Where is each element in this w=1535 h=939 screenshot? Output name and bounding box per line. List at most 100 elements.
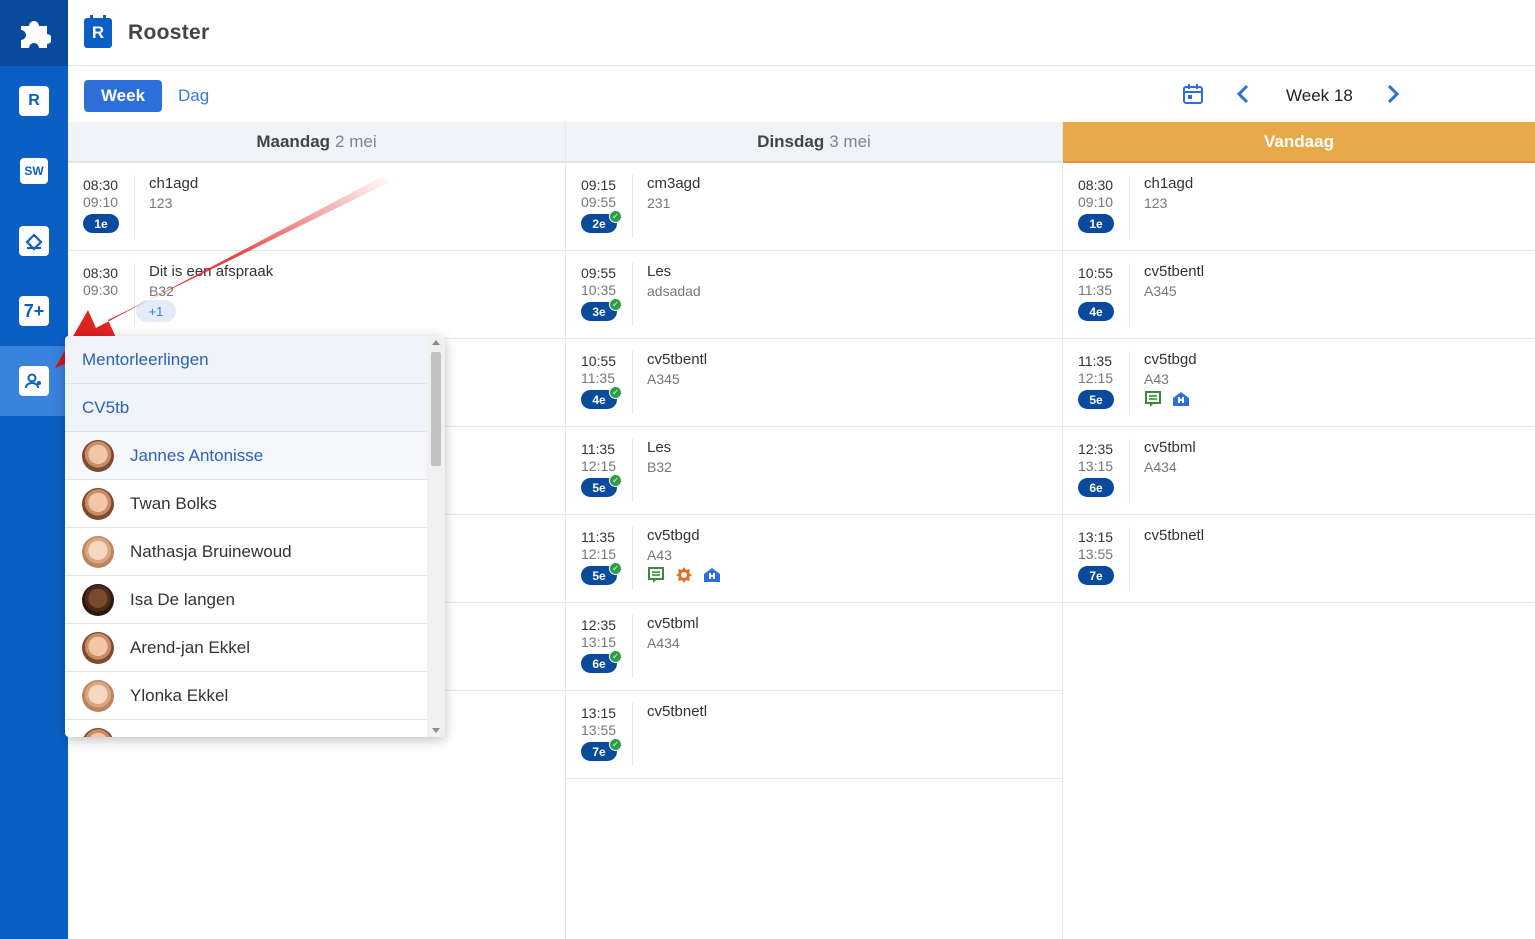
lesson-item[interactable]: 12:35 13:15 cv5tbml A434 6e ✓: [566, 603, 1062, 691]
lesson-end: 09:55: [581, 194, 617, 210]
avatar: [82, 487, 114, 520]
lesson-subject: Dit is een afspraak: [149, 263, 274, 280]
homework-icon[interactable]: [1144, 390, 1162, 408]
lesson-end: 11:35: [1078, 282, 1112, 298]
more-badge[interactable]: +1: [136, 300, 176, 322]
lesson-times: 11:35 12:15: [581, 441, 616, 475]
homework-icon[interactable]: [647, 566, 665, 584]
lesson-subject: cv5tbgd: [647, 527, 700, 544]
lesson-times: 08:30 09:10: [1078, 177, 1113, 211]
lesson-item[interactable]: 11:35 12:15 cv5tbgd A43 5e ✓: [566, 515, 1062, 603]
lesson-item[interactable]: 08:30 09:10 ch1agd 123 1e: [68, 163, 565, 251]
calendar-icon[interactable]: [1182, 83, 1204, 105]
student-name: Arend-jan Ekkel: [130, 637, 251, 657]
lesson-subject: cm3agd: [647, 175, 701, 192]
lesson-item[interactable]: 08:30 09:10 ch1agd 123 1e: [1063, 163, 1535, 251]
lesson-end: 11:35: [581, 370, 615, 386]
divider: [632, 351, 633, 414]
lesson-subject: cv5tbnetl: [647, 703, 708, 720]
lesson-room: A434: [1144, 459, 1177, 475]
lesson-item[interactable]: 13:15 13:55 cv5tbnetl 7e ✓: [566, 691, 1062, 779]
scroll-thumb[interactable]: [431, 352, 441, 466]
lesson-item[interactable]: 08:30 09:30 Dit is een afspraak B32 +1: [68, 251, 565, 339]
view-toolbar: Week Dag Week 18: [68, 67, 1535, 122]
sidebar-item-mentor[interactable]: [0, 346, 68, 416]
lesson-subject: Les: [647, 439, 672, 456]
lesson-end: 10:35: [581, 282, 617, 298]
divider: [1129, 527, 1130, 590]
day-header: Maandag 2 mei: [68, 122, 565, 163]
dropdown-header: Mentorleerlingen: [65, 336, 427, 384]
lesson-room: A345: [1144, 283, 1177, 299]
divider: [632, 703, 633, 766]
student-item[interactable]: [65, 720, 427, 737]
lesson-end: 13:55: [1078, 546, 1114, 562]
lesson-times: 12:35 13:15: [1078, 441, 1113, 475]
chevron-right-icon[interactable]: [1382, 83, 1402, 105]
lesson-end: 12:15: [1078, 370, 1114, 386]
scroll-up-icon[interactable]: [432, 340, 440, 345]
lesson-item[interactable]: 11:35 12:15 Les B32 5e ✓: [566, 427, 1062, 515]
puzzle-logo-icon: [21, 21, 51, 48]
lesson-end: 09:30: [83, 282, 119, 298]
lesson-end: 09:10: [1078, 194, 1114, 210]
sidebar-item-seven-plus[interactable]: 7+: [0, 276, 68, 346]
lesson-times: 10:55 11:35: [1078, 265, 1113, 299]
group-header[interactable]: CV5tb: [65, 384, 427, 432]
scrollbar[interactable]: [427, 336, 445, 737]
lesson-room: 123: [149, 195, 173, 211]
test-icon[interactable]: [675, 566, 693, 584]
mentor-students-icon: [19, 366, 49, 396]
tab-day[interactable]: Dag: [178, 86, 209, 106]
student-item[interactable]: Ylonka Ekkel: [65, 672, 427, 720]
divider: [1129, 439, 1130, 502]
avatar: [82, 535, 114, 568]
lesson-room: adsadad: [647, 283, 701, 299]
sidebar-item-rooster[interactable]: R: [0, 66, 68, 136]
divider: [632, 175, 633, 238]
student-item[interactable]: Twan Bolks: [65, 480, 427, 528]
student-name: Twan Bolks: [130, 493, 217, 513]
student-item[interactable]: Arend-jan Ekkel: [65, 624, 427, 672]
sidebar-item-edit[interactable]: [0, 206, 68, 276]
lesson-room: A43: [1144, 371, 1169, 387]
lesson-item[interactable]: 10:55 11:35 cv5tbentl A345 4e ✓: [566, 339, 1062, 427]
app-logo[interactable]: [0, 0, 68, 66]
school-icon[interactable]: [703, 566, 721, 584]
lesson-room: 123: [1144, 195, 1168, 211]
lesson-item[interactable]: 09:15 09:55 cm3agd 231 2e ✓: [566, 163, 1062, 251]
chevron-left-icon[interactable]: [1234, 83, 1254, 105]
lesson-item[interactable]: 09:55 10:35 Les adsadad 3e ✓: [566, 251, 1062, 339]
lesson-item[interactable]: 13:15 13:55 cv5tbnetl 7e: [1063, 515, 1535, 603]
divider: [1129, 175, 1130, 238]
divider: [632, 263, 633, 326]
lesson-room: A43: [647, 547, 672, 563]
app-header: R Rooster: [68, 0, 1535, 66]
sidebar-item-sw[interactable]: SW: [0, 136, 68, 206]
tab-week[interactable]: Week: [84, 80, 162, 112]
lesson-room: A345: [647, 371, 680, 387]
student-item[interactable]: Nathasja Bruinewoud: [65, 528, 427, 576]
avatar: [82, 583, 114, 616]
sw-icon: SW: [20, 158, 48, 184]
student-item[interactable]: Isa De langen: [65, 576, 427, 624]
lesson-times: 11:35 12:15: [581, 529, 616, 563]
lesson-room: B32: [647, 459, 672, 475]
lesson-start: 13:15: [581, 705, 617, 721]
student-item[interactable]: Jannes Antonisse: [65, 432, 427, 480]
page-title: Rooster: [128, 20, 210, 44]
scroll-down-icon[interactable]: [432, 728, 440, 733]
lesson-item[interactable]: 11:35 12:15 cv5tbgd A43 5e: [1063, 339, 1535, 427]
divider: [1129, 351, 1130, 414]
lesson-end: 12:15: [581, 458, 617, 474]
seven-plus-icon: 7+: [19, 296, 49, 326]
lesson-item[interactable]: 12:35 13:15 cv5tbml A434 6e: [1063, 427, 1535, 515]
school-icon[interactable]: [1172, 390, 1190, 408]
lesson-subject: cv5tbgd: [1144, 351, 1197, 368]
check-icon: ✓: [609, 738, 622, 751]
student-name: Isa De langen: [130, 589, 235, 609]
day-name: Dinsdag: [757, 131, 825, 151]
lesson-subject: cv5tbentl: [1144, 263, 1205, 280]
day-name: Vandaag: [1264, 131, 1334, 151]
lesson-item[interactable]: 10:55 11:35 cv5tbentl A345 4e: [1063, 251, 1535, 339]
